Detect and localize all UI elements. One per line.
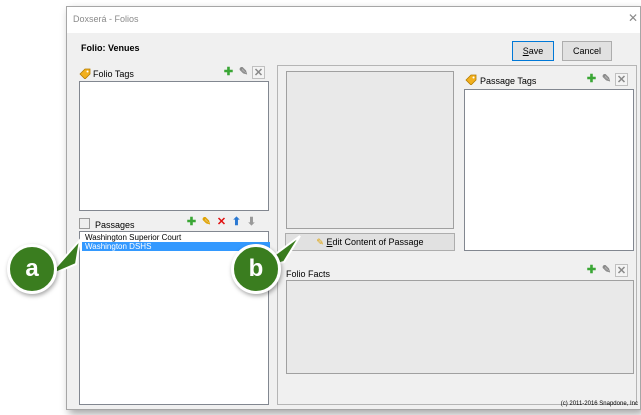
window-title: Doxserá - Folios [73,14,139,24]
folio-tags-label: Folio Tags [93,69,134,79]
folio-tags-list[interactable] [79,81,269,211]
callout-a: a [7,244,57,294]
pencil-icon: ✎ [316,237,324,247]
delete-passage-icon[interactable]: ✕ [215,216,228,229]
delete-folio-fact-icon[interactable]: ✕ [615,264,628,277]
cancel-button[interactable]: Cancel [562,41,612,61]
passage-item[interactable]: Washington Superior Court [82,233,270,242]
save-button[interactable]: Save [512,41,554,61]
move-down-icon[interactable]: ⬇ [245,216,258,229]
add-passage-tag-icon[interactable]: ✚ [585,73,598,86]
edit-passage-icon[interactable]: ✎ [200,216,213,229]
tag-icon [79,67,91,80]
copyright-text: (c) 2011-2016 Snapdone, Inc [560,401,638,407]
tag-icon [465,73,477,86]
edit-folio-fact-icon[interactable]: ✎ [600,264,613,277]
edit-content-button[interactable]: ✎ Edit Content of Passage [285,233,455,251]
add-folio-fact-icon[interactable]: ✚ [585,264,598,277]
passage-icon [79,218,90,229]
delete-folio-tag-icon[interactable]: ✕ [252,66,265,79]
folio-title: Folio: Venues [81,43,140,53]
close-icon[interactable]: ✕ [628,11,638,25]
folio-facts-list[interactable] [286,280,634,374]
callout-b: b [231,244,281,294]
add-passage-icon[interactable]: ✚ [185,216,198,229]
title-bar: Doxserá - Folios ✕ [67,7,640,33]
move-up-icon[interactable]: ⬆ [230,216,243,229]
folios-window: Doxserá - Folios ✕ Folio: Venues Save Ca… [66,6,641,410]
passage-tags-label: Passage Tags [480,76,537,86]
edit-passage-tag-icon[interactable]: ✎ [600,73,613,86]
delete-passage-tag-icon[interactable]: ✕ [615,73,628,86]
passage-tags-list[interactable] [464,89,634,251]
passage-preview [286,71,454,229]
edit-rest: dit Content of Passage [332,237,424,247]
add-folio-tag-icon[interactable]: ✚ [222,66,235,79]
passages-label: Passages [95,220,135,230]
edit-folio-tag-icon[interactable]: ✎ [237,66,250,79]
save-rest: ave [528,46,544,56]
